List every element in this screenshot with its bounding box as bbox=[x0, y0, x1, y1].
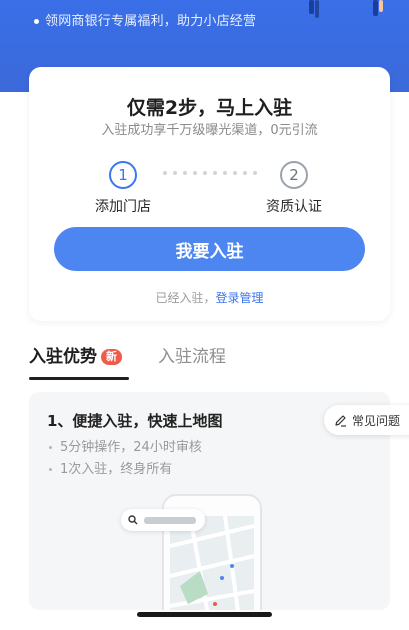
new-badge: 新 bbox=[101, 349, 122, 365]
card-subline: 入驻成功享千万级曝光渠道，0元引流 bbox=[101, 123, 318, 138]
home-indicator[interactable] bbox=[137, 612, 272, 617]
section-tabs: 入驻优势新 入驻流程 bbox=[29, 342, 389, 382]
bullet-icon bbox=[34, 19, 39, 24]
tab-process-label: 入驻流程 bbox=[158, 347, 226, 367]
join-button[interactable]: 我要入驻 bbox=[54, 227, 365, 271]
faq-label: 常见问题 bbox=[352, 413, 401, 428]
pencil-icon bbox=[335, 414, 346, 427]
tab-advantages[interactable]: 入驻优势新 bbox=[29, 342, 122, 367]
signup-card: 仅需2步，马上入驻 入驻成功享千万级曝光渠道，0元引流 1 添加门店 2 资质认… bbox=[29, 67, 390, 321]
step-1-label: 添加门店 bbox=[95, 199, 151, 215]
advantage-point-2: 1次入驻，终身所有 bbox=[49, 458, 172, 477]
search-pill bbox=[121, 509, 205, 531]
step-2-label: 资质认证 bbox=[266, 199, 322, 215]
blurred-shop-name bbox=[144, 516, 196, 524]
tab-advantages-label: 入驻优势 bbox=[29, 347, 97, 367]
step-2: 2 资质认证 bbox=[254, 161, 334, 216]
step-connector-dots bbox=[163, 171, 257, 177]
benefit-line: 领网商银行专属福利，助力小店经营 bbox=[34, 10, 256, 29]
tab-process[interactable]: 入驻流程 bbox=[158, 342, 226, 367]
search-icon bbox=[128, 515, 138, 525]
active-tab-indicator bbox=[29, 377, 129, 380]
step-1-number: 1 bbox=[109, 161, 137, 189]
faq-button[interactable]: 常见问题 bbox=[324, 405, 409, 435]
login-line: 已经入驻，登录管理 bbox=[29, 289, 390, 306]
step-2-number: 2 bbox=[280, 161, 308, 189]
advantage-point-1: 5分钟操作，24小时审核 bbox=[49, 436, 202, 455]
already-joined-text: 已经入驻， bbox=[155, 291, 216, 305]
card-headline: 仅需2步，马上入驻 bbox=[126, 97, 293, 119]
benefit-text: 领网商银行专属福利，助力小店经营 bbox=[45, 14, 257, 29]
login-manage-link[interactable]: 登录管理 bbox=[216, 291, 264, 305]
people-illustration-icon bbox=[309, 0, 383, 18]
advantage-title: 1、便捷入驻，快速上地图 bbox=[47, 412, 223, 430]
step-1: 1 添加门店 bbox=[83, 161, 163, 216]
